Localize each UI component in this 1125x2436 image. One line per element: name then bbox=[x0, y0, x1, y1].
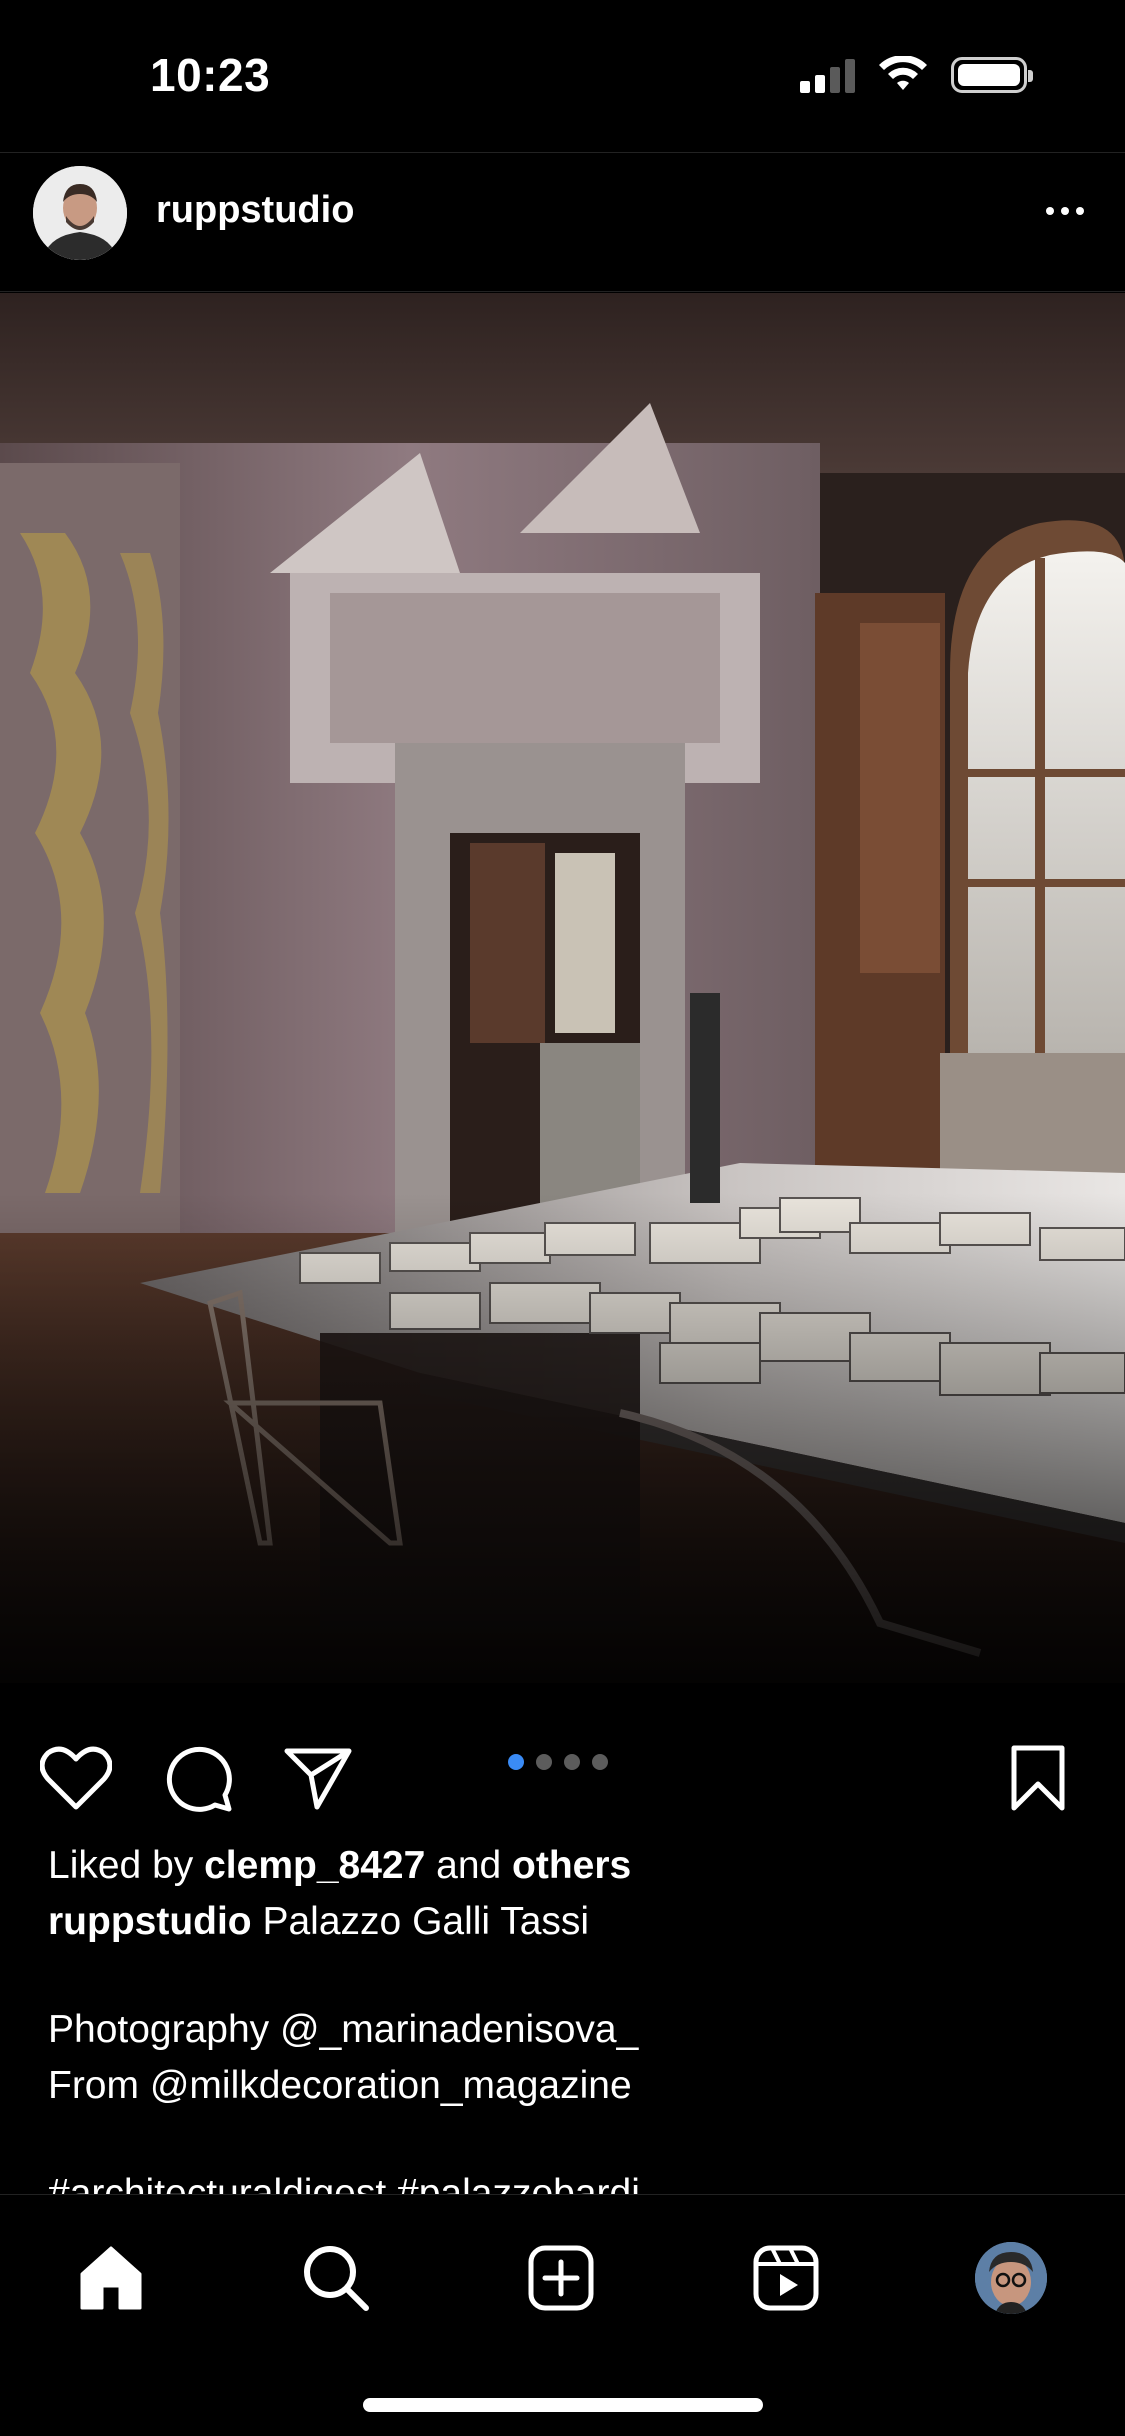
create-post-icon[interactable] bbox=[516, 2233, 606, 2323]
search-icon[interactable] bbox=[291, 2233, 381, 2323]
home-icon[interactable] bbox=[66, 2233, 156, 2323]
post-photo[interactable] bbox=[0, 293, 1125, 1683]
liked-by-and: and bbox=[436, 1844, 502, 1887]
carousel-dot bbox=[508, 1754, 524, 1770]
post-author-avatar[interactable] bbox=[33, 166, 127, 260]
caption-source-credit[interactable]: From @milkdecoration_magazine bbox=[48, 2058, 1088, 2114]
comment-bubble-icon[interactable] bbox=[160, 1740, 236, 1816]
carousel-indicator bbox=[508, 1754, 608, 1770]
post-username[interactable]: ruppstudio bbox=[156, 189, 354, 232]
status-time: 10:23 bbox=[150, 49, 271, 101]
caption-text: Palazzo Galli Tassi bbox=[262, 1900, 590, 1943]
carousel-dot bbox=[592, 1754, 608, 1770]
status-bar: 10:23 bbox=[0, 0, 1125, 150]
post-header: ruppstudio bbox=[0, 152, 1125, 292]
ellipsis-icon[interactable] bbox=[1035, 181, 1095, 241]
heart-icon[interactable] bbox=[38, 1740, 114, 1816]
reels-icon[interactable] bbox=[741, 2233, 831, 2323]
likes-line[interactable]: Liked by clemp_8427 and others bbox=[48, 1838, 1088, 1894]
cellular-signal-icon bbox=[800, 57, 855, 93]
profile-avatar[interactable] bbox=[966, 2233, 1056, 2323]
home-indicator[interactable] bbox=[363, 2398, 763, 2412]
liked-by-user[interactable]: clemp_8427 bbox=[204, 1844, 425, 1887]
post-caption: Liked by clemp_8427 and others ruppstudi… bbox=[48, 1838, 1088, 2222]
liked-by-others[interactable]: others bbox=[512, 1844, 631, 1887]
paper-plane-icon[interactable] bbox=[280, 1740, 356, 1816]
liked-by-prefix: Liked by bbox=[48, 1844, 194, 1887]
caption-photography-credit[interactable]: Photography @_marinadenisova_ bbox=[48, 2002, 1088, 2058]
battery-icon bbox=[951, 57, 1033, 93]
wifi-icon bbox=[879, 56, 927, 90]
caption-username[interactable]: ruppstudio bbox=[48, 1900, 252, 1943]
caption-line: ruppstudio Palazzo Galli Tassi bbox=[48, 1894, 1088, 1950]
bookmark-icon[interactable] bbox=[1000, 1740, 1076, 1816]
carousel-dot bbox=[536, 1754, 552, 1770]
carousel-dot bbox=[564, 1754, 580, 1770]
status-icons bbox=[800, 56, 1033, 94]
